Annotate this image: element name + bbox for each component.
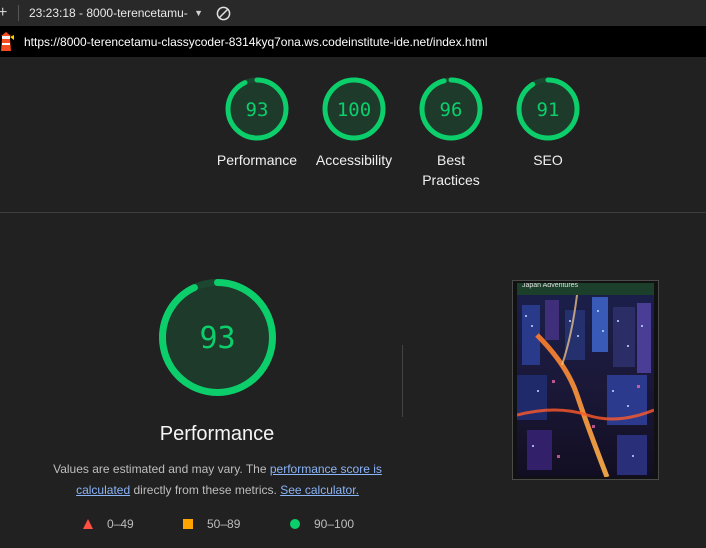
report-url[interactable]: https://8000-terencetamu-classycoder-831… xyxy=(24,35,488,49)
legend-pass: 90–100 xyxy=(290,517,354,531)
vertical-divider xyxy=(402,345,403,417)
score-legend: 0–49 50–89 90–100 xyxy=(0,517,440,535)
gauge-ring: 93 xyxy=(225,77,289,141)
devtools-toolbar: + 23:23:18 - 8000-terencetamu-c ▼ xyxy=(0,0,706,26)
big-gauge-score: 93 xyxy=(199,321,235,356)
gauge-performance[interactable]: 93 Performance xyxy=(207,76,307,170)
performance-description: Values are estimated and may vary. The p… xyxy=(40,459,395,501)
category-gauges: 93 Performance 100 Accessibility 96 Best… xyxy=(0,57,706,212)
legend-range: 0–49 xyxy=(107,517,134,531)
legend-range: 50–89 xyxy=(207,517,241,531)
see-calculator-link[interactable]: See calculator. xyxy=(280,483,359,497)
section-divider xyxy=(0,212,706,213)
toolbar-separator xyxy=(18,5,19,21)
report-select[interactable]: 23:23:18 - 8000-terencetamu-c ▼ xyxy=(29,6,203,20)
desc-text: Values are estimated and may vary. The xyxy=(53,462,270,476)
gauge-label: Accessibility xyxy=(315,152,393,168)
gauge-score: 93 xyxy=(246,99,269,121)
triangle-icon xyxy=(83,519,93,529)
thumbnail-header: Japan Adventures xyxy=(517,283,654,295)
gauge-best-practices[interactable]: 96 Best Practices xyxy=(401,76,501,190)
performance-big-gauge: 93 xyxy=(157,277,278,398)
gauge-label: SEO xyxy=(533,152,563,168)
square-icon xyxy=(183,519,193,529)
url-bar: https://8000-terencetamu-classycoder-831… xyxy=(0,26,706,57)
legend-range: 90–100 xyxy=(314,517,355,531)
plus-icon[interactable]: + xyxy=(0,0,10,26)
lighthouse-icon xyxy=(0,31,14,52)
legend-fail: 0–49 xyxy=(83,517,134,531)
block-icon[interactable] xyxy=(215,5,231,21)
gauge-ring: 100 xyxy=(322,77,386,141)
report-select-label: 23:23:18 - 8000-terencetamu-c xyxy=(29,6,189,20)
legend-average: 50–89 xyxy=(183,517,240,531)
gauge-score: 96 xyxy=(440,99,463,121)
gauge-score: 91 xyxy=(537,99,560,121)
circle-icon xyxy=(290,519,300,529)
gauge-accessibility[interactable]: 100 Accessibility xyxy=(304,76,404,170)
chevron-down-icon: ▼ xyxy=(194,8,203,18)
gauge-seo[interactable]: 91 SEO xyxy=(498,76,598,170)
performance-title: Performance xyxy=(159,423,275,445)
gauge-ring: 91 xyxy=(516,77,580,141)
gauge-score: 100 xyxy=(337,99,371,121)
desc-text: directly from these metrics. xyxy=(130,483,281,497)
gauge-label: Best Practices xyxy=(422,152,480,188)
page-screenshot-thumbnail[interactable]: Japan Adventures xyxy=(512,280,659,480)
gauge-ring: 96 xyxy=(419,77,483,141)
gauge-label: Performance xyxy=(216,152,298,168)
city-night-image xyxy=(517,295,654,477)
